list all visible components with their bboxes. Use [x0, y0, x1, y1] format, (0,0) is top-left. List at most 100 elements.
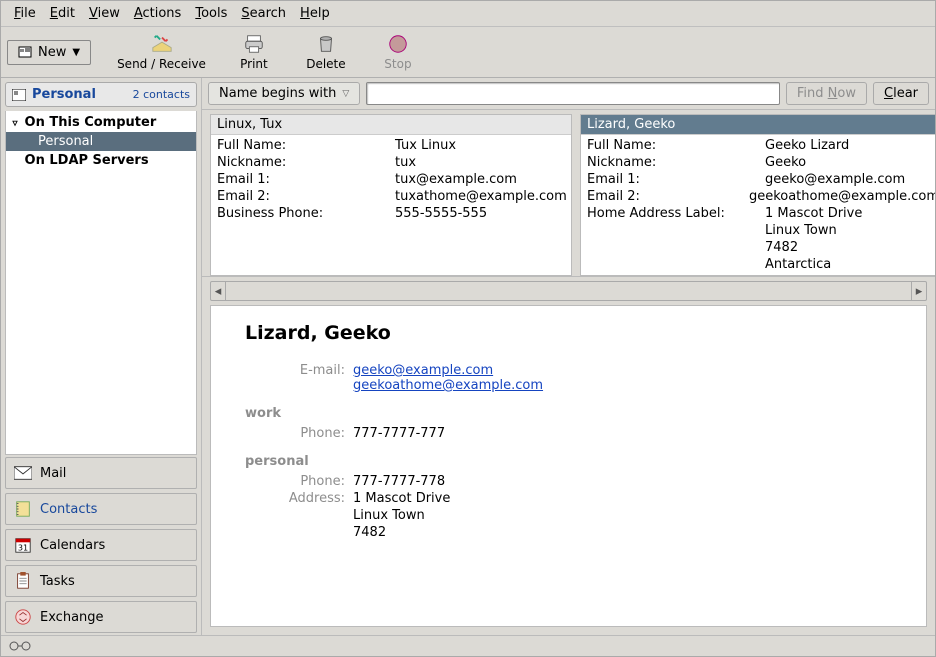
- envelope-icon: [14, 464, 32, 482]
- field-value: Linux Town: [763, 222, 935, 239]
- nav-mail[interactable]: Mail: [5, 457, 197, 489]
- field-value: geeko@example.com: [763, 171, 935, 188]
- field-value: 1 Mascot Drive: [763, 205, 935, 222]
- new-button[interactable]: New ▼: [7, 40, 91, 65]
- menubar: File Edit View Actions Tools Search Help: [1, 1, 935, 27]
- scroll-right-arrow[interactable]: ▸: [911, 282, 926, 300]
- chevron-down-icon: ▽: [342, 89, 349, 99]
- menu-file[interactable]: File: [7, 3, 43, 24]
- clear-button[interactable]: Clear: [873, 82, 929, 105]
- field-label: [245, 524, 353, 541]
- field-label: Home Address Label:: [581, 205, 763, 222]
- detail-name: Lizard, Geeko: [245, 322, 892, 344]
- field-value: 777-7777-777: [353, 425, 445, 442]
- stop-button: Stop: [364, 31, 432, 73]
- card-icon: [12, 89, 26, 101]
- card-title: Lizard, Geeko: [581, 115, 935, 135]
- field-label: [581, 222, 763, 239]
- exchange-icon: [14, 608, 32, 626]
- send-receive-button[interactable]: Send / Receive: [107, 31, 216, 73]
- nav-exchange[interactable]: Exchange: [5, 601, 197, 633]
- contact-card[interactable]: Linux, TuxFull Name:Tux LinuxNickname:tu…: [210, 114, 572, 276]
- field-label: Nickname:: [581, 154, 763, 171]
- section-heading: personal: [245, 454, 892, 469]
- app-window: File Edit View Actions Tools Search Help…: [0, 0, 936, 657]
- field-label: Full Name:: [211, 137, 393, 154]
- field-value: tuxathome@example.com: [393, 188, 571, 205]
- field-value: tux@example.com: [393, 171, 571, 188]
- field-label: Phone:: [245, 425, 353, 442]
- detail-email-label: E-mail:: [245, 362, 353, 394]
- field-label: Phone:: [245, 473, 353, 490]
- clipboard-icon: [14, 572, 32, 590]
- main-pane: Name begins with ▽ Find Now Clear Linux,…: [202, 78, 935, 635]
- menu-actions[interactable]: Actions: [127, 3, 189, 24]
- field-label: [245, 507, 353, 524]
- field-label: Nickname:: [211, 154, 393, 171]
- menu-help[interactable]: Help: [293, 3, 337, 24]
- field-value: Geeko Lizard: [763, 137, 935, 154]
- field-value: Tux Linux: [393, 137, 571, 154]
- detail-section: personal Phone:777-7777-778Address:1 Masc…: [245, 454, 892, 541]
- card-icon: [18, 45, 32, 59]
- delete-button[interactable]: Delete: [292, 31, 360, 73]
- menu-tools[interactable]: Tools: [188, 3, 234, 24]
- detail-email-list: geeko@example.comgeekoathome@example.com: [353, 362, 543, 394]
- field-value: 7482: [353, 524, 386, 541]
- tree-item-personal[interactable]: Personal: [6, 132, 196, 151]
- field-value: 777-7777-778: [353, 473, 445, 490]
- calendar-icon: 31: [14, 536, 32, 554]
- toolbar: New ▼ Send / Receive Print Delete Stop: [1, 27, 935, 78]
- status-bar: [1, 635, 935, 656]
- send-receive-icon: [151, 33, 173, 55]
- field-label: Address:: [245, 490, 353, 507]
- horizontal-scrollbar[interactable]: ◂ ▸: [210, 281, 927, 301]
- menu-search[interactable]: Search: [234, 3, 293, 24]
- contact-count: 2 contacts: [133, 88, 190, 101]
- search-type-dropdown[interactable]: Name begins with ▽: [208, 82, 360, 105]
- notebook-icon: [14, 500, 32, 518]
- field-label: Full Name:: [581, 137, 763, 154]
- nav-calendars[interactable]: 31 Calendars: [5, 529, 197, 561]
- contact-detail-pane: Lizard, Geeko E-mail: geeko@example.comg…: [210, 305, 927, 627]
- tree-group-ldap[interactable]: On LDAP Servers: [6, 151, 196, 170]
- contact-card[interactable]: Lizard, Geeko Full Name:Geeko LizardNickn…: [580, 114, 935, 276]
- sidebar: Personal 2 contacts ▿ On This Computer P…: [1, 78, 202, 635]
- nav-tasks[interactable]: Tasks: [5, 565, 197, 597]
- search-bar: Name begins with ▽ Find Now Clear: [202, 78, 935, 110]
- tree-group-local[interactable]: ▿ On This Computer: [6, 113, 196, 132]
- scroll-left-arrow[interactable]: ◂: [211, 282, 226, 300]
- detail-section: work Phone:777-7777-777: [245, 406, 892, 442]
- trash-icon: [315, 33, 337, 55]
- twisty-down-icon: ▿: [10, 118, 20, 129]
- field-value: 1 Mascot Drive: [353, 490, 450, 507]
- svg-text:31: 31: [18, 542, 28, 552]
- section-heading: work: [245, 406, 892, 421]
- email-link[interactable]: geekoathome@example.com: [353, 378, 543, 393]
- print-button[interactable]: Print: [220, 31, 288, 73]
- field-label: Email 2:: [581, 188, 747, 205]
- content-area: Personal 2 contacts ▿ On This Computer P…: [1, 78, 935, 635]
- menu-edit[interactable]: Edit: [43, 3, 82, 24]
- folder-tree[interactable]: ▿ On This Computer Personal On LDAP Serv…: [5, 111, 197, 455]
- field-label: Email 2:: [211, 188, 393, 205]
- field-value: tux: [393, 154, 571, 171]
- email-link[interactable]: geeko@example.com: [353, 363, 493, 378]
- sidebar-title: Personal: [32, 87, 96, 102]
- online-indicator-icon: [9, 641, 31, 651]
- printer-icon: [243, 33, 265, 55]
- field-label: [581, 256, 763, 273]
- field-value: Antarctica: [763, 256, 935, 273]
- field-value: 7482: [763, 239, 935, 256]
- field-value: Geeko: [763, 154, 935, 171]
- field-value: 555-5555-555: [393, 205, 571, 222]
- new-button-label: New: [38, 45, 66, 60]
- field-label: [581, 239, 763, 256]
- stop-icon: [387, 33, 409, 55]
- sidebar-header[interactable]: Personal 2 contacts: [5, 82, 197, 107]
- nav-contacts[interactable]: Contacts: [5, 493, 197, 525]
- menu-view[interactable]: View: [82, 3, 127, 24]
- find-now-button[interactable]: Find Now: [786, 82, 867, 105]
- field-value: Linux Town: [353, 507, 425, 524]
- search-input[interactable]: [366, 82, 780, 105]
